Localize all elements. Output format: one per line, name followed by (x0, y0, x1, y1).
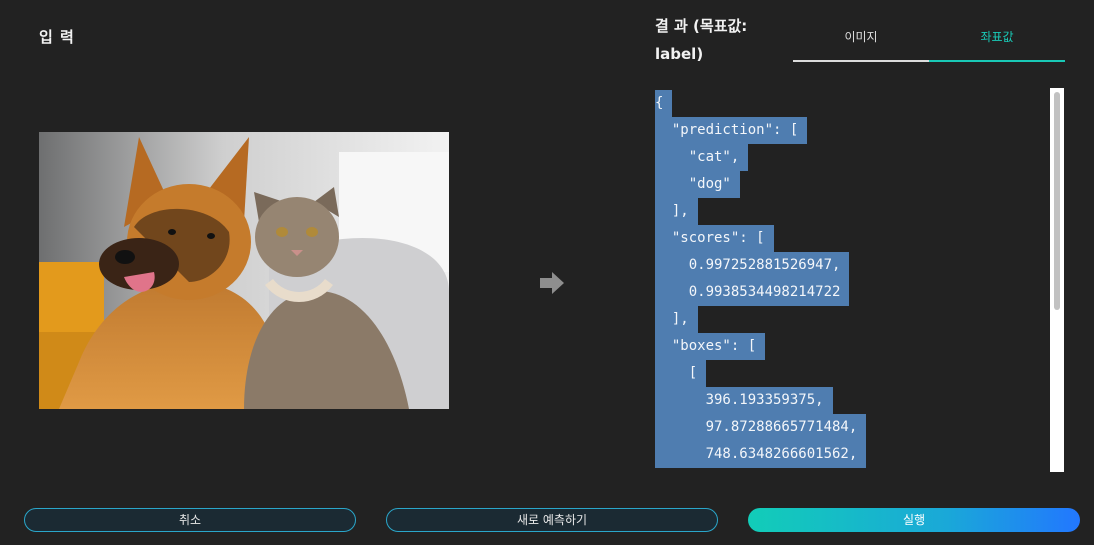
json-scrollbar[interactable] (1050, 88, 1064, 472)
json-line: "boxes": [ (655, 331, 1047, 360)
json-line: ], (655, 196, 1047, 225)
json-output-panel[interactable]: { "prediction": [ "cat", "dog" ], "score… (655, 88, 1047, 472)
json-line: 396.193359375, (655, 385, 1047, 414)
run-button[interactable]: 실행 (748, 508, 1080, 532)
cancel-button[interactable]: 취소 (24, 508, 356, 532)
arrow-right-icon (540, 272, 564, 294)
json-line: { (655, 88, 1047, 117)
json-line: "dog" (655, 169, 1047, 198)
json-line: 97.87288665771484, (655, 412, 1047, 441)
result-tabs: 이미지 좌표값 (793, 26, 1065, 62)
json-line: 0.997252881526947, (655, 250, 1047, 279)
scrollbar-thumb[interactable] (1054, 92, 1060, 310)
input-image-dog-and-cat (39, 132, 449, 409)
json-line: 748.6348266601562, (655, 439, 1047, 468)
json-line: "cat", (655, 142, 1047, 171)
tab-coordinates[interactable]: 좌표값 (929, 26, 1065, 62)
json-line: "prediction": [ (655, 115, 1047, 144)
result-title: 결 과 (목표값: label) (655, 17, 748, 63)
input-title: 입 력 (39, 28, 75, 46)
json-line: "scores": [ (655, 223, 1047, 252)
tab-image[interactable]: 이미지 (793, 26, 929, 62)
json-line: [ (655, 358, 1047, 387)
json-line: 0.9938534498214722 (655, 277, 1047, 306)
new-prediction-button[interactable]: 새로 예측하기 (386, 508, 718, 532)
json-line: ], (655, 304, 1047, 333)
